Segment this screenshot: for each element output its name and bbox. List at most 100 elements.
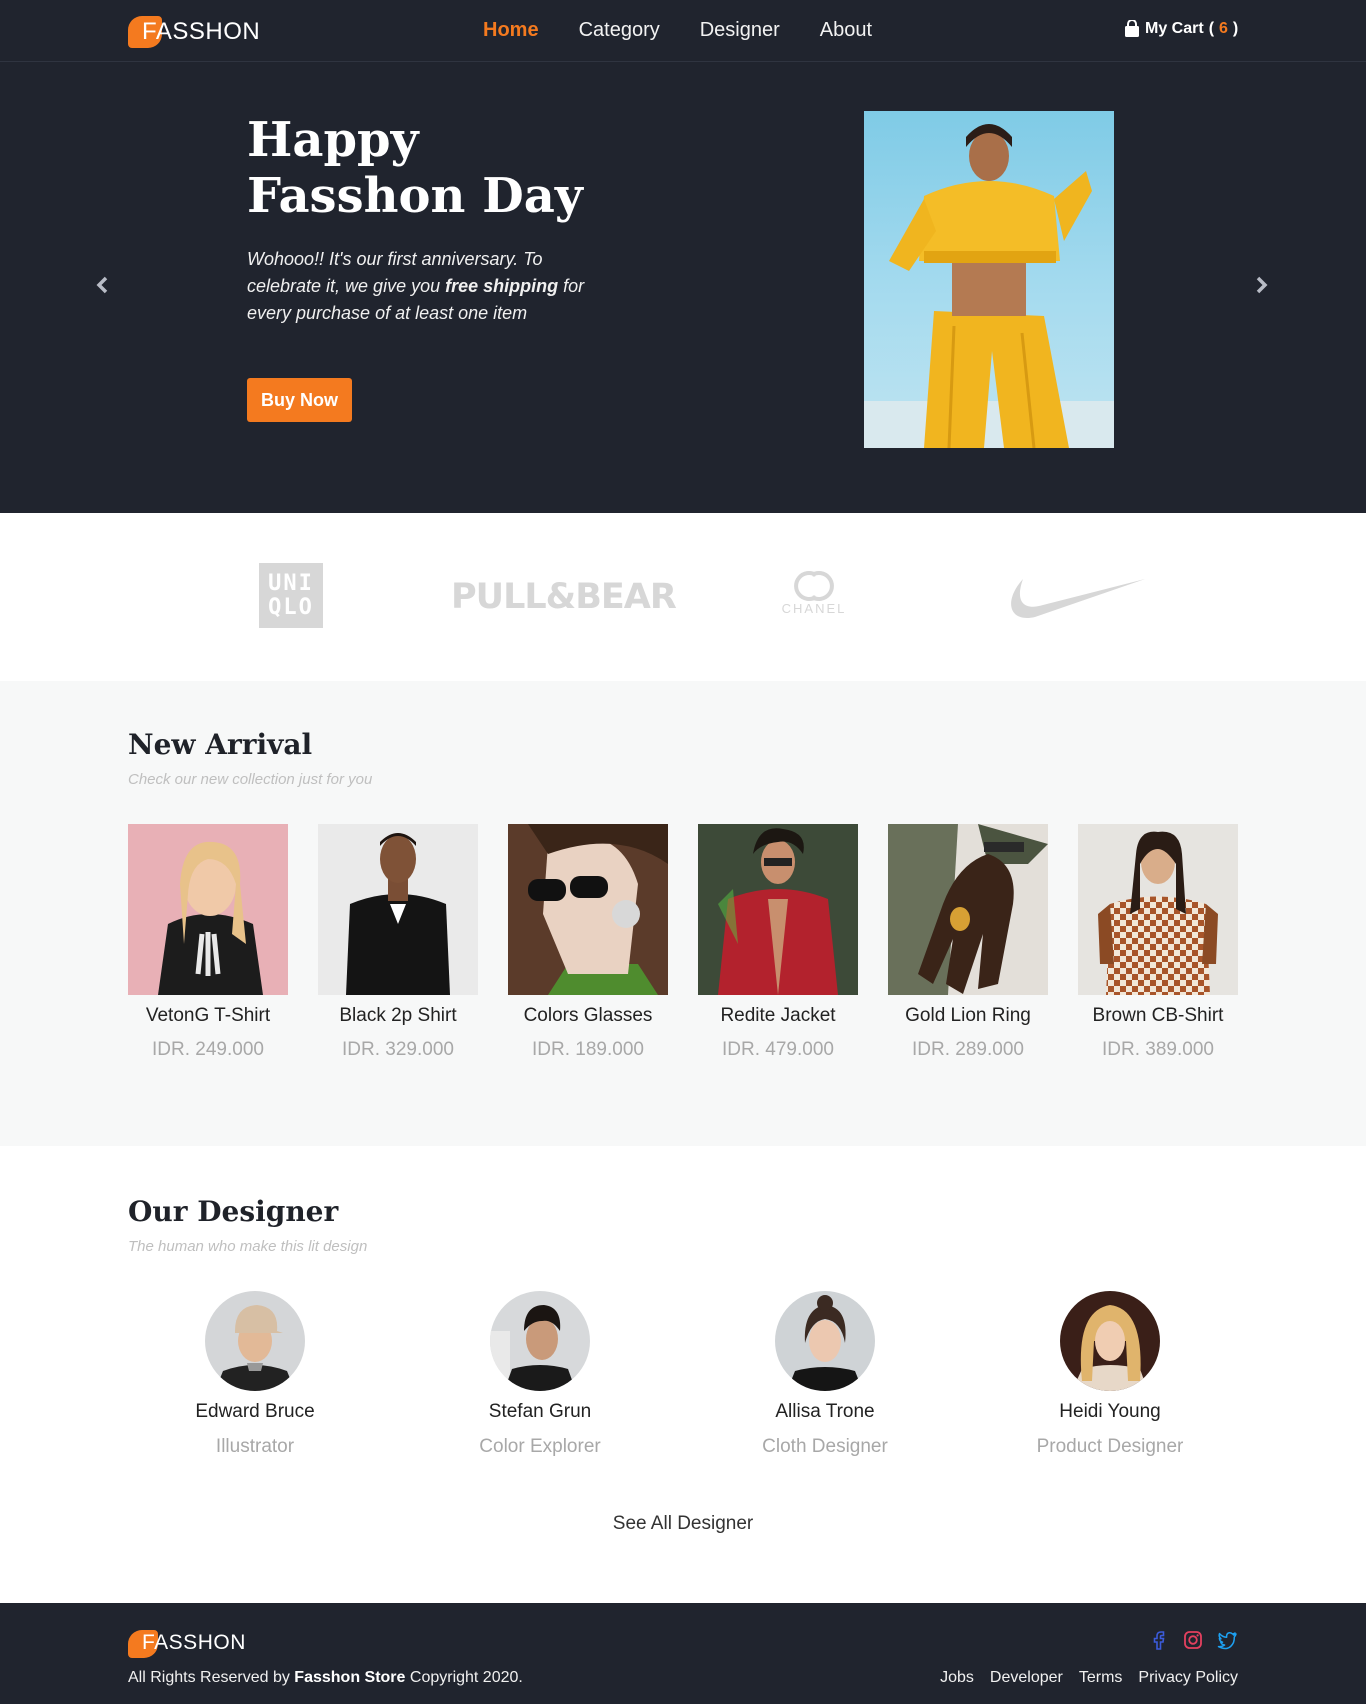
product-card[interactable]: Brown CB-Shirt IDR. 389.000 (1078, 824, 1238, 1061)
product-price: IDR. 329.000 (342, 1039, 454, 1060)
designer-name: Stefan Grun (488, 1401, 592, 1422)
logo-mark: FASSHON (128, 12, 260, 48)
cart-count: 6 (1219, 20, 1228, 37)
nike-swoosh-icon (1003, 571, 1145, 628)
hero-title-line1: Happy (247, 112, 419, 168)
chanel-text: CHANEL (781, 601, 847, 616)
designer-card[interactable]: Stefan Grun Color Explorer (420, 1291, 660, 1458)
product-card[interactable]: VetonG T-Shirt IDR. 249.000 (128, 824, 288, 1061)
logo-text: FASSHON (142, 18, 261, 45)
chanel-cc-icon (794, 571, 834, 601)
see-all-designer-link[interactable]: See All Designer (0, 1513, 1366, 1535)
product-card[interactable]: Black 2p Shirt IDR. 329.000 (318, 824, 478, 1061)
chevron-right-icon (1256, 276, 1268, 294)
avatar (1060, 1291, 1160, 1391)
logo-mark: FASSHON (128, 1625, 245, 1661)
main-menu: Home Category Designer About (483, 19, 912, 42)
hero-carousel: Happy Fasshon Day Wohooo!! It's our firs… (0, 62, 1366, 513)
cart-paren-close: ) (1232, 20, 1239, 37)
product-price: IDR. 389.000 (1102, 1039, 1214, 1060)
product-card[interactable]: Redite Jacket IDR. 479.000 (698, 824, 858, 1061)
product-name: Colors Glasses (523, 1005, 653, 1026)
hero-text-bold: free shipping (445, 276, 559, 296)
designer-name: Heidi Young (1059, 1401, 1161, 1422)
product-price: IDR. 249.000 (152, 1039, 264, 1060)
designer-role: Cloth Designer (762, 1436, 888, 1457)
partner-brands: UNI QLO PULL&BEAR CHANEL (0, 513, 1366, 681)
footer-links: Jobs Developer Terms Privacy Policy (940, 1669, 1238, 1687)
designer-name: Edward Bruce (195, 1401, 315, 1422)
facebook-icon[interactable] (1148, 1629, 1170, 1651)
footer-link-developer[interactable]: Developer (990, 1669, 1063, 1687)
product-name: Brown CB-Shirt (1092, 1005, 1224, 1026)
product-name: Redite Jacket (720, 1005, 836, 1026)
designer-card[interactable]: Heidi Young Product Designer (990, 1291, 1230, 1458)
new-arrival-subtitle: Check our new collection just for you (128, 771, 373, 788)
cart-button[interactable]: My Cart(6) (1124, 19, 1239, 38)
footer-logo-text: FASSHON (142, 1631, 246, 1654)
designer-role: Color Explorer (479, 1436, 601, 1457)
product-card[interactable]: Colors Glasses IDR. 189.000 (508, 824, 668, 1061)
chevron-left-icon (96, 276, 108, 294)
new-arrival-title: New Arrival (128, 728, 313, 761)
product-image (508, 824, 668, 995)
hero-model-image (864, 111, 1114, 448)
product-image (698, 824, 858, 995)
pullbear-logo: PULL&BEAR (451, 577, 677, 617)
uniqlo-text-top: UNI (268, 570, 314, 596)
designer-name: Allisa Trone (775, 1401, 875, 1422)
product-price: IDR. 189.000 (532, 1039, 644, 1060)
footer-link-terms[interactable]: Terms (1079, 1669, 1123, 1687)
brand-logo[interactable]: FASSHON (128, 12, 260, 48)
nav-category[interactable]: Category (579, 19, 660, 42)
product-image (1078, 824, 1238, 995)
designer-card[interactable]: Edward Bruce Illustrator (135, 1291, 375, 1458)
product-name: Black 2p Shirt (339, 1005, 457, 1026)
product-card[interactable]: Gold Lion Ring IDR. 289.000 (888, 824, 1048, 1061)
page: FASSHON Home Category Designer About My … (0, 0, 1366, 1704)
chanel-logo: CHANEL (776, 569, 852, 616)
carousel-next-arrow[interactable] (1252, 274, 1272, 296)
footer-link-privacy[interactable]: Privacy Policy (1138, 1669, 1238, 1687)
uniqlo-text-bottom: QLO (268, 594, 314, 620)
new-arrival-section: New Arrival Check our new collection jus… (0, 681, 1366, 1146)
product-price: IDR. 289.000 (912, 1039, 1024, 1060)
twitter-icon[interactable] (1216, 1629, 1238, 1651)
footer: FASSHON All Rights Reserved by Fasshon S… (0, 1603, 1366, 1704)
designer-card[interactable]: Allisa Trone Cloth Designer (705, 1291, 945, 1458)
cart-label: My Cart (1145, 20, 1204, 37)
uniqlo-logo: UNI QLO (259, 563, 323, 628)
product-image (888, 824, 1048, 995)
nav-home[interactable]: Home (483, 19, 539, 42)
nav-about[interactable]: About (820, 19, 872, 42)
hero-description: Wohooo!! It's our first anniversary. To … (247, 246, 587, 327)
designer-role: Product Designer (1036, 1436, 1184, 1457)
copyright-after: Copyright 2020. (405, 1669, 523, 1686)
shopping-bag-icon (1124, 19, 1140, 38)
cart-paren-open: ( (1208, 20, 1215, 37)
copyright-text: All Rights Reserved by Fasshon Store Cop… (128, 1669, 523, 1687)
copyright-store: Fasshon Store (294, 1669, 406, 1686)
designers-subtitle: The human who make this lit design (128, 1238, 368, 1255)
product-name: VetonG T-Shirt (145, 1005, 271, 1026)
carousel-prev-arrow[interactable] (92, 274, 112, 296)
product-image (128, 824, 288, 995)
avatar (775, 1291, 875, 1391)
hero-title-line2: Fasshon Day (247, 168, 583, 224)
footer-link-jobs[interactable]: Jobs (940, 1669, 974, 1687)
top-navbar: FASSHON Home Category Designer About My … (0, 0, 1366, 62)
copyright-before: All Rights Reserved by (128, 1669, 295, 1686)
designer-role: Illustrator (215, 1436, 295, 1457)
buy-now-button[interactable]: Buy Now (247, 378, 352, 422)
hero-title: Happy Fasshon Day (247, 112, 647, 224)
designers-section: Our Designer The human who make this lit… (0, 1146, 1366, 1603)
avatar (490, 1291, 590, 1391)
nav-designer[interactable]: Designer (700, 19, 780, 42)
footer-logo[interactable]: FASSHON (128, 1625, 245, 1661)
product-name: Gold Lion Ring (905, 1005, 1031, 1026)
social-links (1148, 1629, 1238, 1651)
product-image (318, 824, 478, 995)
product-price: IDR. 479.000 (722, 1039, 834, 1060)
instagram-icon[interactable] (1182, 1629, 1204, 1651)
designers-title: Our Designer (128, 1195, 339, 1228)
